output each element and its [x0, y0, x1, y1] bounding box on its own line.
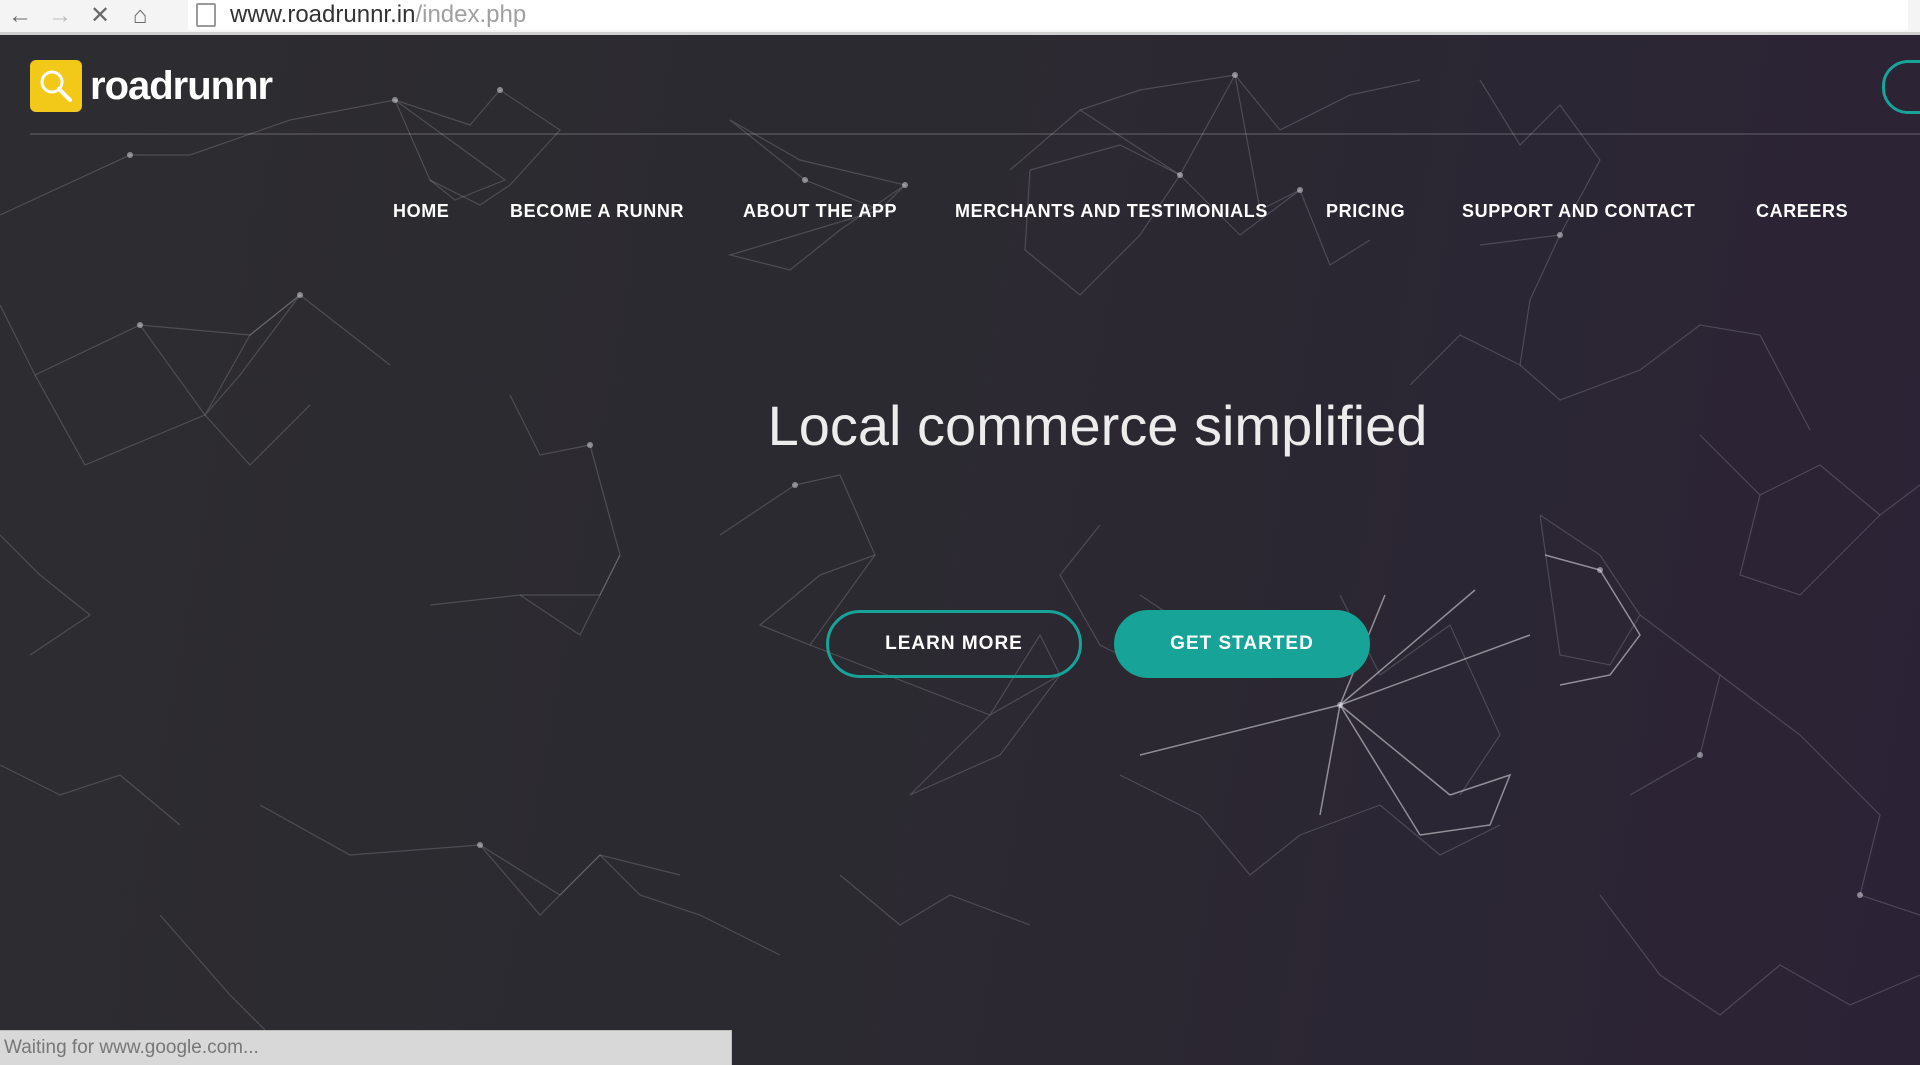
forward-arrow-icon[interactable]: →: [40, 1, 80, 31]
address-bar[interactable]: www.roadrunnr.in /index.php: [188, 0, 1908, 30]
page-icon: [196, 3, 216, 27]
main-nav: HOME BECOME A RUNNR ABOUT THE APP MERCHA…: [0, 201, 1920, 231]
get-started-button[interactable]: GET STARTED: [1114, 610, 1370, 678]
browser-status-bar: Waiting for www.google.com...: [0, 1030, 732, 1065]
nav-item-support-and-contact[interactable]: SUPPORT AND CONTACT: [1462, 201, 1695, 222]
nav-item-become-a-runnr[interactable]: BECOME A RUNNR: [510, 201, 684, 222]
stop-icon[interactable]: ✕: [80, 1, 120, 31]
logo-text: roadrunnr: [90, 63, 273, 108]
header-divider: [30, 133, 1920, 135]
hero-headline: Local commerce simplified: [767, 394, 1428, 457]
hero-section: roadrunnr HOME BECOME A RUNNR ABOUT THE …: [0, 35, 1920, 1065]
nav-item-careers[interactable]: CAREERS: [1756, 201, 1848, 222]
back-arrow-icon[interactable]: ←: [0, 1, 40, 31]
url-host: www.roadrunnr.in: [230, 1, 416, 28]
nav-item-pricing[interactable]: PRICING: [1326, 201, 1405, 222]
home-icon[interactable]: ⌂: [120, 1, 160, 31]
page: ← → ✕ ⌂ www.roadrunnr.in /index.php road…: [0, 0, 1920, 1065]
browser-toolbar: ← → ✕ ⌂ www.roadrunnr.in /index.php: [0, 0, 1920, 35]
logo-mark-icon: [30, 60, 82, 112]
network-background: [0, 72, 1920, 1046]
nav-item-merchants-and-testimonials[interactable]: MERCHANTS AND TESTIMONIALS: [955, 201, 1268, 222]
nav-item-home[interactable]: HOME: [393, 201, 449, 222]
url-path: /index.php: [415, 1, 527, 28]
site-logo[interactable]: roadrunnr: [30, 60, 273, 112]
nav-item-about-the-app[interactable]: ABOUT THE APP: [743, 201, 897, 222]
learn-more-button[interactable]: LEARN MORE: [826, 610, 1082, 678]
